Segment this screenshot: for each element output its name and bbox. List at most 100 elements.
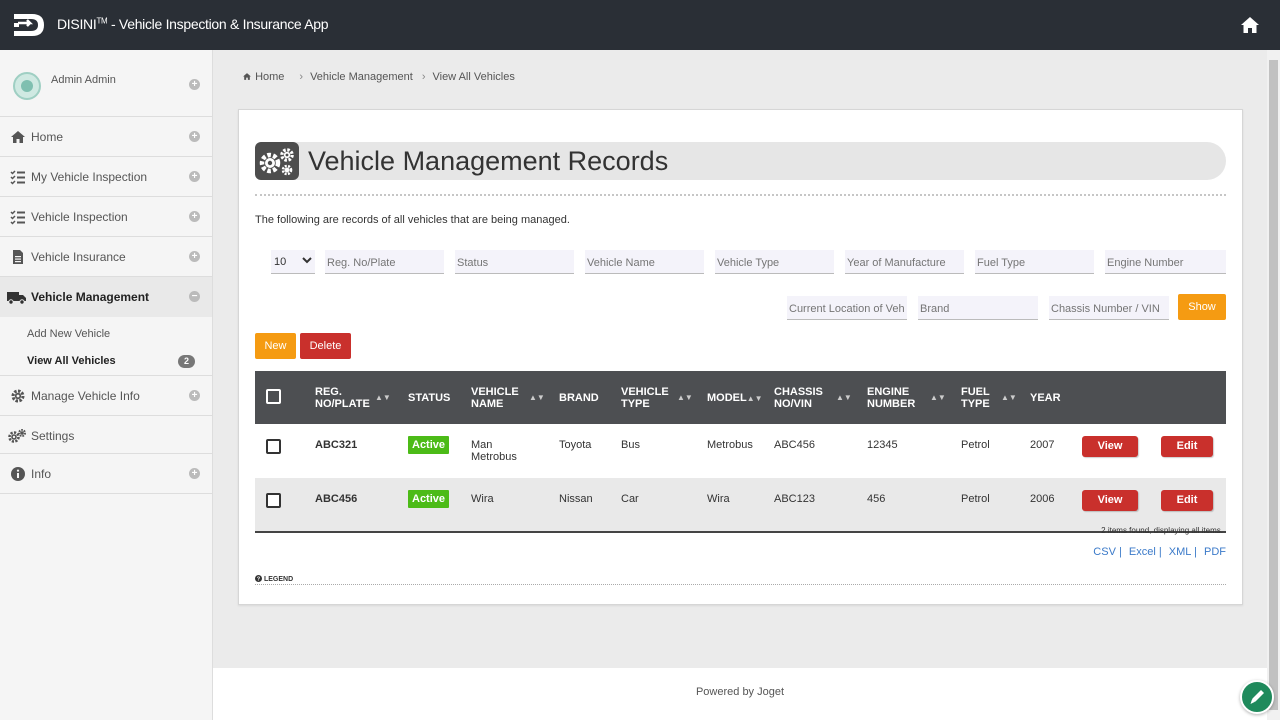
sidebar-item-settings[interactable]: Settings [0,416,212,454]
cell-vehicle-name: Man Metrobus [471,439,517,463]
sidebar-submenu: Add New Vehicle View All Vehicles 2 [0,317,212,376]
gear-icon [11,389,25,403]
cell-model: Metrobus [707,439,753,451]
engine-number-filter[interactable] [1105,250,1226,274]
user-profile[interactable]: Admin Admin + [0,50,212,117]
sidebar-item-manage-vehicle-info[interactable]: Manage Vehicle Info + [0,376,212,416]
select-all-checkbox[interactable] [266,388,281,404]
records-card: Vehicle Management Records The following… [238,109,1243,605]
chevron-down-icon [302,257,312,264]
avatar [13,72,41,100]
collapse-icon[interactable]: − [189,291,200,302]
info-icon [11,467,25,481]
document-icon [13,250,23,264]
sidebar-item-vehicle-inspection[interactable]: Vehicle Inspection + [0,197,212,237]
edit-page-button[interactable] [1240,680,1274,714]
sidebar-item-label: Vehicle Management [31,290,150,304]
fuel-type-filter[interactable] [975,250,1094,274]
home-icon[interactable] [1240,15,1260,35]
divider [255,584,1226,585]
page-size-select[interactable]: 10 [271,250,315,274]
results-summary: 2 items found, displaying all items. [1101,526,1223,535]
export-csv-link[interactable]: CSV [1093,546,1116,558]
page-title-bar: Vehicle Management Records [255,142,1226,180]
vehicle-name-filter[interactable] [585,250,704,274]
sidebar-item-label: Vehicle Insurance [31,250,126,264]
expand-icon[interactable]: + [189,131,200,142]
breadcrumb-home[interactable]: Home [242,71,290,83]
sidebar-item-vehicle-management[interactable]: Vehicle Management − [0,277,212,317]
scrollbar-thumb[interactable] [1269,60,1278,710]
sidebar-item-label: Vehicle Inspection [31,210,128,224]
location-filter[interactable] [787,296,907,320]
divider [255,194,1226,196]
legend-toggle[interactable]: ? LEGEND [255,575,293,583]
delete-button[interactable]: Delete [300,333,351,359]
brand-filter[interactable] [918,296,1038,320]
vehicles-table: REG. NO/PLATE ▲▼ STATUS VEHICLE NAME ▲▼ BR… [255,371,1226,533]
col-chassis[interactable]: CHASSIS NO/VIN ▲▼ [774,371,867,424]
table-row: ABC456 Active Wira Nissan Car Wira ABC12… [255,478,1226,532]
col-model[interactable]: MODEL▲▼ [707,371,774,424]
sidebar-item-label: Info [31,467,52,481]
sidebar-subitem-view-all-vehicles[interactable]: View All Vehicles [27,355,116,367]
export-pdf-link[interactable]: PDF [1204,546,1226,558]
cell-brand: Nissan [559,493,593,505]
col-brand[interactable]: BRAND [559,371,621,424]
export-xml-link[interactable]: XML [1169,546,1191,558]
reg-no-filter[interactable] [325,250,444,274]
export-excel-link[interactable]: Excel [1129,546,1156,558]
question-icon: ? [255,575,262,583]
cell-type: Car [621,493,639,505]
col-engine[interactable]: ENGINE NUMBER ▲▼ [867,371,961,424]
col-status[interactable]: STATUS [408,371,471,424]
cell-reg: ABC456 [315,493,358,505]
row-checkbox[interactable] [266,493,281,508]
expand-icon[interactable]: + [189,468,200,479]
col-reg[interactable]: REG. NO/PLATE ▲▼ [315,371,408,424]
sidebar-item-home[interactable]: Home + [0,117,212,157]
expand-icon[interactable]: + [189,171,200,182]
sidebar-item-my-vehicle-inspection[interactable]: My Vehicle Inspection + [0,157,212,197]
cell-vehicle-name: Wira [471,493,494,505]
view-button[interactable]: View [1082,490,1138,511]
expand-icon[interactable]: + [189,251,200,262]
expand-icon[interactable]: + [189,211,200,222]
app-title: DISINITM - Vehicle Inspection & Insuranc… [57,16,329,32]
show-button[interactable]: Show [1178,294,1226,320]
view-button[interactable]: View [1082,436,1138,457]
sort-icon: ▲▼ [1001,393,1017,402]
col-fuel[interactable]: FUEL TYPE ▲▼ [961,371,1030,424]
app-logo-icon[interactable] [12,10,48,40]
sidebar-item-vehicle-insurance[interactable]: Vehicle Insurance + [0,237,212,277]
edit-button[interactable]: Edit [1161,436,1213,457]
footer: Powered by Joget [213,668,1267,720]
sidebar-item-info[interactable]: Info + [0,454,212,494]
breadcrumb-current: View All Vehicles [432,71,515,83]
expand-icon[interactable]: + [189,390,200,401]
status-filter[interactable] [455,250,574,274]
vehicle-type-filter[interactable] [715,250,834,274]
row-checkbox[interactable] [266,439,281,454]
sidebar-item-label: Manage Vehicle Info [31,389,140,403]
sort-icon: ▲▼ [529,393,545,402]
col-year[interactable]: YEAR [1030,371,1082,424]
cell-brand: Toyota [559,439,592,451]
breadcrumb-section[interactable]: Vehicle Management [310,71,413,83]
col-vehicle-name[interactable]: VEHICLE NAME ▲▼ [471,371,559,424]
sidebar-item-label: Home [31,130,64,144]
col-vehicle-type[interactable]: VEHICLE TYPE ▲▼ [621,371,707,424]
cell-engine: 12345 [867,439,898,451]
sidebar-item-label: My Vehicle Inspection [31,170,148,184]
expand-icon[interactable]: + [189,79,200,90]
sidebar-subitem-add-new-vehicle[interactable]: Add New Vehicle [27,328,110,340]
new-button[interactable]: New [255,333,296,359]
gears-icon [8,429,26,443]
page-description: The following are records of all vehicle… [255,214,570,226]
page-title: Vehicle Management Records [308,146,669,176]
status-badge: Active [408,490,450,508]
chassis-filter[interactable] [1049,296,1169,320]
year-filter[interactable] [845,250,964,274]
scrollbar[interactable] [1267,50,1280,720]
edit-button[interactable]: Edit [1161,490,1213,511]
